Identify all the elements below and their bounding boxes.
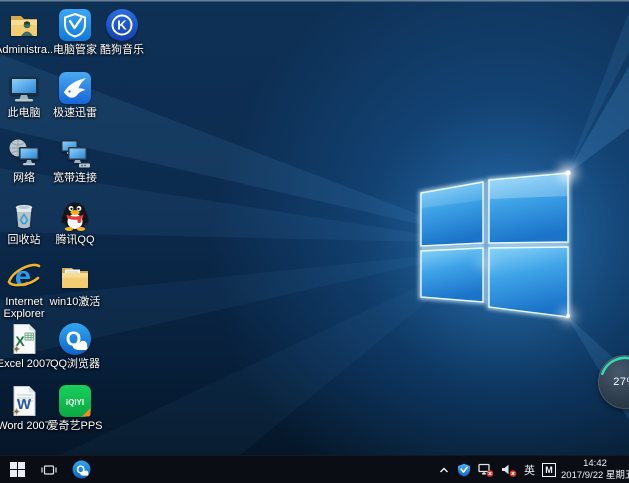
desktop-icon-internet-explorer[interactable]: e Internet Explorer <box>0 260 52 320</box>
accelerator-arc-icon <box>598 355 629 409</box>
desktop-icon-tencent-qq[interactable]: 腾讯QQ <box>47 198 103 246</box>
desktop-icon-win10-activation[interactable]: win10激活 <box>47 260 103 308</box>
desktop-icon-iqiyi[interactable]: iQIYI 爱奇艺PPS <box>47 384 103 432</box>
network-icon <box>7 136 41 170</box>
taskbar-qq-browser[interactable]: Q <box>64 456 98 483</box>
tray-volume-muted-icon[interactable] <box>501 463 517 477</box>
icon-label: 宽带连接 <box>53 172 97 184</box>
icon-label: 极速迅雷 <box>53 107 97 119</box>
qq-penguin-icon <box>58 198 92 232</box>
ime-mode-indicator[interactable]: M <box>542 463 556 477</box>
show-hidden-icons-chevron[interactable] <box>438 464 450 476</box>
desktop-icon-this-pc[interactable]: 此电脑 <box>0 71 52 119</box>
desktop-icon-recycle-bin[interactable]: 回收站 <box>0 198 52 246</box>
clock-time: 14:42 <box>561 458 629 470</box>
windows-start-icon <box>10 462 25 477</box>
recycle-bin-icon <box>7 198 41 232</box>
internet-explorer-icon: e <box>7 260 41 294</box>
this-pc-icon <box>7 71 41 105</box>
language-indicator[interactable]: 英 <box>524 462 535 478</box>
icon-label: win10激活 <box>50 296 101 308</box>
icon-label: Internet Explorer <box>0 296 52 320</box>
pc-manager-icon <box>58 8 92 42</box>
desktop-icon-network[interactable]: 网络 <box>0 136 52 184</box>
desktop-icon-excel[interactable]: X Excel 2007 <box>0 322 52 370</box>
tray-network-disconnected-icon[interactable] <box>478 463 494 477</box>
icon-label: 电脑管家 <box>53 44 97 56</box>
clock-date: 2017/9/22 星期五 <box>561 470 629 482</box>
administrator-folder-icon <box>7 8 41 42</box>
desktop-icon-qq-browser[interactable]: Q QQ浏览器 <box>47 322 103 370</box>
task-view-button[interactable] <box>34 456 64 483</box>
desktop-icon-kugou[interactable]: K 酷狗音乐 <box>94 8 150 56</box>
kugou-music-icon: K <box>105 8 139 42</box>
qq-browser-icon: Q <box>58 322 92 356</box>
broadband-icon <box>58 136 92 170</box>
svg-text:K: K <box>117 18 127 33</box>
desktop-icon-word[interactable]: W Word 2007 <box>0 384 52 432</box>
icon-label: QQ浏览器 <box>50 358 100 370</box>
icon-label: 酷狗音乐 <box>100 44 144 56</box>
iqiyi-icon: iQIYI <box>58 384 92 418</box>
icon-label: Excel 2007 <box>0 358 51 370</box>
windows-desktop: Administra... 电脑管家 K 酷狗音乐 <box>0 0 629 483</box>
tray-shield-icon[interactable] <box>457 463 471 477</box>
excel-icon: X <box>7 322 41 356</box>
icon-label: 此电脑 <box>8 107 41 119</box>
qq-browser-taskbar-icon: Q <box>72 460 91 479</box>
thunder-bird-icon <box>58 71 92 105</box>
icon-label: Word 2007 <box>0 420 51 432</box>
word-icon: W <box>7 384 41 418</box>
accelerator-ball[interactable]: 27% <box>598 355 629 409</box>
icon-label: 爱奇艺PPS <box>47 420 102 432</box>
desktop-icon-thunder[interactable]: 极速迅雷 <box>47 71 103 119</box>
icon-label: Administra... <box>0 44 53 56</box>
desktop-icon-administrator[interactable]: Administra... <box>0 8 52 56</box>
taskbar-clock[interactable]: 14:42 2017/9/22 星期五 <box>561 458 629 481</box>
taskbar: Q <box>0 455 629 483</box>
win10-folder-icon <box>58 260 92 294</box>
system-tray: 英 M <box>438 462 556 478</box>
icon-label: 网络 <box>13 172 35 184</box>
desktop-icon-broadband[interactable]: 宽带连接 <box>47 136 103 184</box>
icon-label: 腾讯QQ <box>55 234 94 246</box>
svg-text:iQIYI: iQIYI <box>66 398 84 407</box>
start-button[interactable] <box>0 456 34 483</box>
task-view-icon <box>41 463 57 477</box>
svg-text:W: W <box>17 396 32 413</box>
icon-label: 回收站 <box>8 234 41 246</box>
